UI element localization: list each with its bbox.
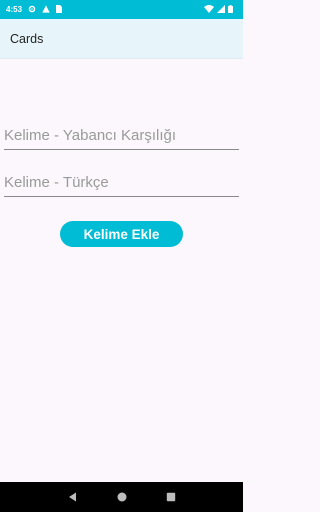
signal-icon	[217, 4, 225, 15]
status-left: 4:53	[6, 4, 63, 15]
status-time: 4:53	[6, 5, 23, 14]
add-word-button-label: Kelime Ekle	[83, 226, 160, 242]
gear-icon	[28, 5, 36, 15]
recents-icon[interactable]	[166, 492, 176, 502]
turkish-word-input[interactable]	[4, 171, 239, 197]
navigation-bar	[0, 482, 243, 512]
sim-card-icon	[56, 4, 63, 15]
battery-icon	[228, 4, 233, 15]
add-word-button[interactable]: Kelime Ekle	[60, 221, 183, 247]
app-bar: Cards	[0, 19, 243, 59]
home-icon[interactable]	[117, 492, 127, 502]
status-bar: 4:53	[0, 0, 243, 19]
warning-icon	[42, 4, 50, 15]
wifi-icon	[204, 4, 214, 15]
foreign-word-input[interactable]	[4, 124, 239, 150]
status-right	[204, 4, 233, 15]
back-icon[interactable]	[68, 492, 78, 502]
app-title: Cards	[10, 31, 44, 46]
